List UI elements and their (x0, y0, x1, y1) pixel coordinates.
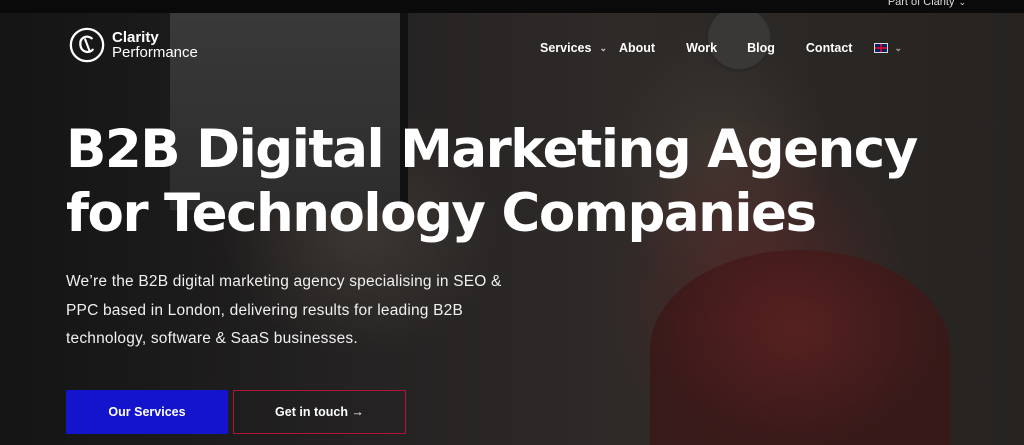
nav-work[interactable]: Work (686, 41, 717, 55)
top-bar: Part of Clarity ⌄ (0, 0, 1024, 13)
get-in-touch-button[interactable]: Get in touch → (233, 390, 406, 434)
hero-subtitle-line2: PPC based in London, delivering results … (66, 301, 464, 319)
site-logo[interactable]: Clarity Performance (68, 26, 198, 64)
clarity-logo-icon (69, 27, 105, 63)
hero-subtitle-line1: We’re the B2B digital marketing agency s… (66, 273, 502, 290)
chevron-down-icon: ⌄ (958, 0, 966, 7)
part-of-label: Part of Clarity (887, 0, 955, 8)
logo-line2: Performance (112, 44, 198, 61)
nav-services[interactable]: Services (540, 41, 591, 55)
services-chevron-down-icon[interactable]: ⌄ (599, 43, 607, 54)
hero-subtitle-line3: technology, software & SaaS businesses. (66, 330, 358, 347)
nav-contact[interactable]: Contact (806, 41, 853, 55)
uk-flag-icon[interactable] (874, 43, 889, 53)
language-chevron-down-icon[interactable]: ⌄ (894, 43, 902, 54)
hero-title-line2: for Technology Companies (66, 183, 817, 244)
hero-subtitle: We’re the B2B digital marketing agency s… (66, 268, 566, 354)
main-nav: Services ⌄ About Work Blog Contact ⌄ (540, 41, 902, 55)
logo-wordmark: Clarity Performance (112, 30, 198, 60)
logo-line1: Clarity (112, 29, 159, 46)
hero-title-line1: B2B Digital Marketing Agency (66, 119, 918, 180)
part-of-clarity-link[interactable]: Part of Clarity ⌄ (888, 0, 966, 8)
nav-about[interactable]: About (619, 41, 655, 55)
background-person (650, 250, 950, 445)
our-services-button[interactable]: Our Services (66, 390, 228, 434)
hero-title: B2B Digital Marketing Agency for Technol… (66, 118, 918, 246)
nav-blog[interactable]: Blog (747, 41, 775, 55)
background-clock (705, 4, 773, 72)
